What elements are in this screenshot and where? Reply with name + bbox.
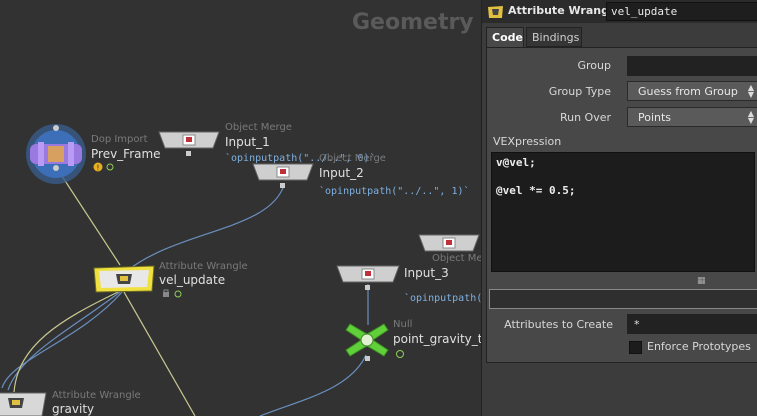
node-name-label: point_gravity_ta <box>393 332 481 346</box>
node-name-label: Input_2 <box>319 166 364 180</box>
object-merge-icon <box>418 234 480 252</box>
attributes-to-create-label: Attributes to Create <box>504 318 613 331</box>
node-type-title: Attribute Wrangle <box>508 4 621 17</box>
node-point-gravity[interactable]: Null point_gravity_ta <box>342 319 481 366</box>
group-label: Group <box>577 59 612 72</box>
lock-icon <box>163 289 182 298</box>
node-object-merge-4[interactable]: Object Merge <box>417 233 481 264</box>
tab-code[interactable]: Code <box>486 27 524 47</box>
editor-resize-bar[interactable] <box>489 289 757 309</box>
run-over-label: Run Over <box>559 111 611 124</box>
node-name-label: Input_3 <box>404 266 449 280</box>
node-type-label: Object Merge <box>319 153 386 164</box>
node-type-label: Attribute Wrangle <box>159 261 248 272</box>
node-name-field[interactable]: vel_update <box>606 2 757 21</box>
group-type-menu[interactable]: Guess from Group ▲ ▼ <box>627 81 757 101</box>
node-input-2[interactable]: Object Merge Input_2 `opinputpath("../..… <box>251 153 470 197</box>
node-type-label: Dop Import <box>91 134 148 145</box>
network-wires <box>1 169 369 416</box>
network-editor[interactable]: Geometry Dop Import Prev_Frame ! Object … <box>0 0 481 416</box>
node-input-1[interactable]: Object Merge Input_1 `opinputpath("../..… <box>157 122 376 164</box>
node-expression: `opinputpath(" <box>404 293 481 304</box>
enforce-prototypes-label: Enforce Prototypes <box>647 340 751 353</box>
attribute-wrangle-icon <box>93 265 155 293</box>
run-over-value: Points <box>638 111 672 124</box>
node-name-label: Prev_Frame <box>91 147 161 161</box>
wire-velupdate-gravity-1 <box>1 291 123 389</box>
node-name-label: vel_update <box>159 273 226 287</box>
object-merge-icon <box>336 265 400 290</box>
enforce-prototypes-checkbox[interactable] <box>629 341 642 354</box>
vexpression-label: VEXpression <box>493 135 562 148</box>
node-vel-update[interactable]: Attribute Wrangle vel_update <box>92 261 248 301</box>
node-name-label: gravity <box>52 402 95 416</box>
node-type-label: Object Merge <box>432 253 481 264</box>
node-name-label: Input_1 <box>225 135 270 149</box>
updown-arrows-icon: ▲ ▼ <box>747 109 754 125</box>
node-prev-frame[interactable]: Dop Import Prev_Frame ! <box>26 124 161 190</box>
run-over-menu[interactable]: Points ▲ ▼ <box>627 107 757 127</box>
attribute-wrangle-icon <box>0 392 47 416</box>
group-type-value: Guess from Group <box>638 85 738 98</box>
parameter-header: Attribute Wrangle vel_update <box>482 0 757 23</box>
display-flag-icon <box>396 350 404 358</box>
resize-grip-icon[interactable]: ▦ <box>697 276 706 286</box>
code-tab-body: Group Group Type Guess from Group ▲ ▼ Run… <box>486 47 757 363</box>
wire-velupdate-gravity-3 <box>13 291 119 393</box>
attribute-wrangle-type-icon <box>488 6 503 18</box>
null-icon <box>345 323 389 361</box>
dop-import-icon <box>26 124 86 184</box>
node-input-3[interactable]: Input_3 `opinputpath(" <box>335 264 481 304</box>
updown-arrows-icon: ▲ ▼ <box>747 83 754 99</box>
node-expression: `opinputpath("../..", 1)` <box>319 186 470 197</box>
node-type-label: Attribute Wrangle <box>52 390 141 401</box>
node-type-label: Object Merge <box>225 122 292 133</box>
node-gravity[interactable]: Attribute Wrangle gravity <box>0 390 141 416</box>
object-merge-icon <box>252 163 314 188</box>
vexpression-editor[interactable]: v@vel; @vel *= 0.5; <box>491 152 755 272</box>
svg-text:!: ! <box>96 164 99 173</box>
attributes-to-create-field[interactable]: * <box>627 314 757 334</box>
wire-velupdate-gravity-2 <box>7 291 121 391</box>
warning-icon: ! <box>93 162 114 173</box>
parameter-editor: Attribute Wrangle vel_update Code Bindin… <box>481 0 757 416</box>
group-field[interactable] <box>627 56 757 76</box>
group-type-label: Group Type <box>548 85 611 98</box>
node-type-label: Null <box>393 319 413 330</box>
tab-bindings[interactable]: Bindings <box>526 27 582 47</box>
wire-input2-velupdate <box>127 184 285 271</box>
object-merge-icon <box>158 131 220 156</box>
